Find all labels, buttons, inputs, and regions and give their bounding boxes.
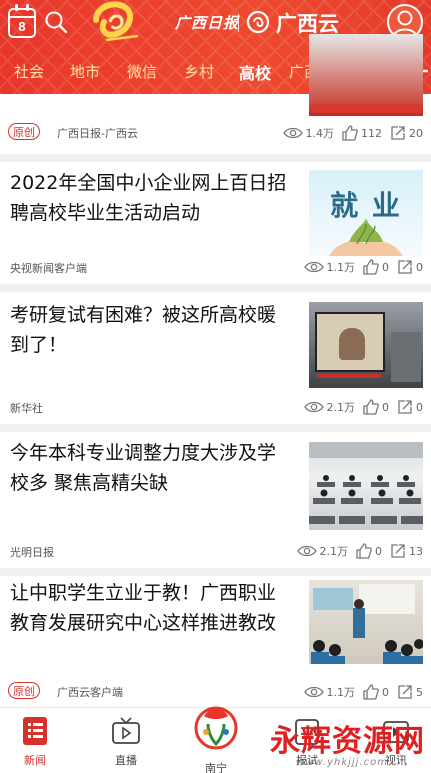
nav-live[interactable]: 直播	[91, 716, 161, 768]
gx-emblem-logo	[93, 1, 139, 42]
tv-icon	[112, 717, 140, 744]
thumbs-up-icon[interactable]	[342, 125, 358, 141]
tab-weixin[interactable]: 微信	[127, 61, 157, 82]
news-stats: 1.1万 0 0	[303, 257, 423, 277]
share-count: 0	[416, 400, 423, 414]
brand-divider	[238, 14, 239, 32]
thumbnail-banner	[311, 104, 421, 113]
original-tag: 原创	[8, 123, 40, 140]
news-thumbnail	[309, 580, 423, 664]
eye-icon	[303, 261, 324, 273]
news-card[interactable]: 考研复试有困难？被这所高校暖到了！ 新华社 2.1万 0 0	[0, 292, 431, 424]
thumbnail-caption-bar	[317, 374, 381, 378]
like-count: 0	[382, 260, 389, 274]
news-thumbnail	[309, 302, 423, 388]
view-count: 2.1万	[326, 401, 356, 414]
thumbnail-wall	[391, 332, 421, 382]
share-count: 13	[409, 544, 423, 558]
classroom-illustration	[311, 584, 423, 664]
cloud-logo-icon	[246, 10, 270, 34]
news-card[interactable]: 2022年全国中小企业网上百日招聘高校毕业生活动启动 就 业 央视新闻客户端 1…	[0, 162, 431, 284]
news-title: 今年本科专业调整力度大涉及学校多 聚焦高精尖缺	[10, 442, 277, 494]
nav-nanning[interactable]: 南宁	[176, 686, 256, 773]
news-thumbnail	[309, 34, 423, 116]
card-separator	[0, 568, 431, 576]
tab-gaoxiao[interactable]: 高校	[239, 60, 271, 84]
news-stats: 2.1万 0 13	[296, 541, 423, 561]
nav-news-label: 新闻	[24, 754, 46, 767]
calendar-icon[interactable]: 8	[8, 4, 36, 38]
card-separator	[0, 284, 431, 292]
watermark-text: 永辉资源网	[270, 724, 425, 759]
thumbs-up-icon[interactable]	[363, 684, 379, 700]
thumbnail-person	[339, 328, 365, 360]
like-count: 112	[361, 126, 382, 140]
brand-guangxi-daily: 广西日报	[175, 14, 240, 32]
nav-nanning-label: 南宁	[205, 762, 227, 773]
news-stats: 2.1万 0 0	[303, 397, 423, 417]
watermark-url: www.yhkjjj.com	[296, 757, 388, 768]
news-card[interactable]: 今年本科专业调整力度大涉及学校多 聚焦高精尖缺 光明日报 2.1万 0 13	[0, 432, 431, 568]
thumbnail-screen	[315, 312, 385, 372]
exam-hall-illustration	[309, 442, 423, 524]
share-icon[interactable]	[397, 399, 413, 415]
like-count: 0	[375, 544, 382, 558]
nav-news[interactable]: 新闻	[0, 716, 70, 768]
news-title: 让中职学生立业于教！广西职业教育发展研究中心这样推进教改	[10, 582, 277, 634]
share-icon[interactable]	[397, 259, 413, 275]
share-count: 0	[416, 260, 423, 274]
like-count: 0	[382, 400, 389, 414]
thumbs-up-icon[interactable]	[363, 399, 379, 415]
news-card-partial[interactable]: 原创 广西日报-广西云 1.4万 112 20	[0, 34, 431, 154]
view-count: 1.4万	[305, 127, 335, 140]
share-icon[interactable]	[390, 543, 406, 559]
news-feed[interactable]: 原创 广西日报-广西云 1.4万 112 20 2022年全国中小企业网上百日招…	[0, 34, 431, 707]
news-source: 新华社	[10, 402, 43, 415]
eye-icon	[303, 686, 324, 698]
like-count: 0	[382, 685, 389, 699]
nanning-emblem-icon	[178, 706, 254, 756]
nav-live-label: 直播	[115, 754, 137, 767]
calendar-day: 8	[18, 19, 26, 34]
news-source: 光明日报	[10, 546, 54, 559]
tab-xiangcun[interactable]: 乡村	[184, 61, 214, 82]
tab-dishi[interactable]: 地市	[70, 61, 100, 82]
app-screen: 8 广西日报 广西云 社会 地市 微信 乡村 高校 原创 广西日报-广西云 1.…	[0, 0, 431, 773]
eye-icon	[303, 401, 324, 413]
news-list-icon	[23, 717, 47, 745]
card-separator	[0, 424, 431, 432]
news-stats: 1.4万 112 20	[282, 123, 423, 143]
share-count: 5	[416, 685, 423, 699]
share-icon[interactable]	[397, 684, 413, 700]
eye-icon	[296, 545, 317, 557]
thumbs-up-icon[interactable]	[356, 543, 372, 559]
news-thumbnail: 就 业	[309, 170, 423, 256]
news-source: 广西日报-广西云	[57, 127, 138, 140]
news-stats: 1.1万 0 5	[303, 682, 423, 702]
card-separator	[0, 154, 431, 162]
news-title: 2022年全国中小企业网上百日招聘高校毕业生活动启动	[10, 172, 287, 224]
original-tag: 原创	[8, 682, 40, 699]
eye-icon	[282, 127, 303, 139]
news-source: 央视新闻客户端	[10, 262, 87, 275]
hands-leaves-illustration	[329, 218, 403, 256]
view-count: 1.1万	[326, 686, 356, 699]
thumbs-up-icon[interactable]	[363, 259, 379, 275]
news-title: 考研复试有困难？被这所高校暖到了！	[10, 304, 277, 356]
view-count: 1.1万	[326, 261, 356, 274]
search-icon[interactable]	[44, 10, 68, 34]
share-count: 20	[409, 126, 423, 140]
view-count: 2.1万	[319, 545, 349, 558]
news-source: 广西云客户端	[57, 686, 123, 699]
news-thumbnail	[309, 442, 423, 530]
share-icon[interactable]	[390, 125, 406, 141]
tab-shehui[interactable]: 社会	[14, 61, 44, 82]
